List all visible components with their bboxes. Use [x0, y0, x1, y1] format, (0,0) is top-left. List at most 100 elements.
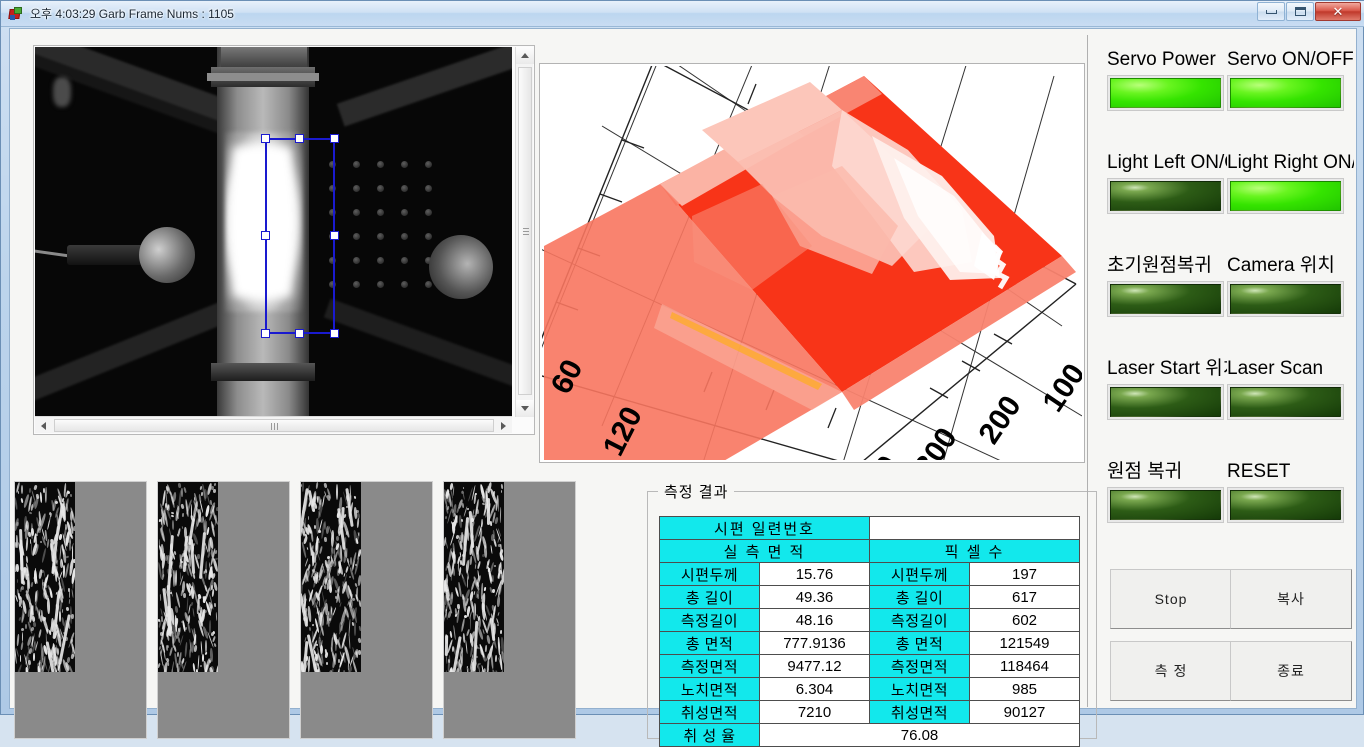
serial-header: 시편 일련번호: [659, 516, 870, 540]
row-value-pixels: 118464: [968, 654, 1081, 678]
led-indicator-right[interactable]: [1227, 384, 1344, 420]
control-group-indicators: [1096, 75, 1354, 113]
maximize-icon: [1294, 7, 1306, 16]
row-label-actual: 측정면적: [659, 654, 760, 678]
led-bulb-icon: [1230, 181, 1341, 211]
control-group-indicators: [1096, 178, 1354, 216]
action-button-복사[interactable]: 복사: [1230, 569, 1352, 629]
row-value-actual: 15.76: [759, 562, 870, 586]
row-label-pixels: 측정길이: [869, 608, 970, 632]
control-group-labels: 원점 복귀 RESET: [1096, 459, 1354, 487]
measurement-results-table: 시편 일련번호 실 측 면 적픽 셀 수 시편두께 15.76 시편두께 197 총 길이…: [659, 516, 1081, 747]
row-label-actual: 측정길이: [659, 608, 760, 632]
resize-handle-s[interactable]: [295, 329, 304, 338]
row-value-actual: 7210: [759, 700, 870, 724]
row-label-pixels: 총 길이: [869, 585, 970, 609]
row-value-pixels: 617: [968, 585, 1081, 609]
camera-horizontal-scrollbar[interactable]: [35, 416, 512, 433]
table-row: 총 길이 49.36 총 길이 617: [659, 585, 1081, 609]
control-label-left: Servo Power: [1107, 49, 1216, 70]
row-label-pixels: 총 면적: [869, 631, 970, 655]
action-button-종료[interactable]: 종료: [1230, 641, 1352, 701]
row-label-pixels: 취성면적: [869, 700, 970, 724]
surface-plot-svg: 60 120 100 200 300 400: [542, 66, 1082, 460]
client-area: 60 120 100 200 300 400: [9, 28, 1357, 747]
camera-vertical-scrollbar[interactable]: [515, 47, 534, 417]
resize-handle-ne[interactable]: [330, 134, 339, 143]
row-value-actual: 9477.12: [759, 654, 870, 678]
led-indicator-right[interactable]: [1227, 178, 1344, 214]
led-indicator-right[interactable]: [1227, 75, 1344, 111]
led-bulb-icon: [1110, 387, 1221, 417]
resize-handle-w[interactable]: [261, 231, 270, 240]
row-value-pixels: 90127: [968, 700, 1081, 724]
table-row-serial: 시편 일련번호: [659, 516, 1081, 540]
minimize-button[interactable]: [1257, 2, 1285, 21]
control-group-labels: 초기원점복귀 Camera 위치: [1096, 253, 1354, 281]
control-group-2: Light Left ON/OFFLight Right ON/OFF: [1096, 150, 1354, 216]
footer-label: 취 성 율: [659, 723, 760, 747]
led-indicator-right[interactable]: [1227, 281, 1344, 317]
control-label-right: Camera 위치: [1227, 255, 1335, 276]
row-label-pixels: 시편두께: [869, 562, 970, 586]
serial-value[interactable]: [868, 516, 1081, 540]
action-button-stop[interactable]: Stop: [1110, 569, 1232, 629]
control-group-4: Laser Start 위치 Laser Scan: [1096, 356, 1354, 422]
roi-selection-rectangle[interactable]: [261, 134, 339, 338]
led-indicator-left[interactable]: [1107, 487, 1224, 523]
led-indicator-right[interactable]: [1227, 487, 1344, 523]
left-lamp: [35, 227, 195, 283]
control-group-1: Servo Power Servo ON/OFF: [1096, 47, 1354, 113]
app-icon: [8, 6, 24, 22]
row-value-actual: 48.16: [759, 608, 870, 632]
title-bar: 오후 4:03:29 Garb Frame Nums : 1105 ✕: [1, 1, 1364, 27]
surface-plot-panel[interactable]: 60 120 100 200 300 400: [539, 63, 1085, 463]
table-row: 측정길이 48.16 측정길이 602: [659, 608, 1081, 632]
table-row-colheads: 실 측 면 적픽 셀 수: [659, 539, 1081, 563]
led-indicator-left[interactable]: [1107, 384, 1224, 420]
thumbnail-4[interactable]: [443, 481, 576, 739]
control-label-left: 초기원점복귀: [1107, 255, 1212, 276]
resize-handle-nw[interactable]: [261, 134, 270, 143]
scroll-right-button[interactable]: [495, 417, 512, 434]
column-header-pixels: 픽 셀 수: [868, 539, 1081, 563]
table-row: 취성면적 7210 취성면적 90127: [659, 700, 1081, 724]
table-row: 총 면적 777.9136 총 면적 121549: [659, 631, 1081, 655]
chevron-down-icon: [521, 406, 529, 411]
resize-handle-n[interactable]: [295, 134, 304, 143]
resize-handle-sw[interactable]: [261, 329, 270, 338]
row-value-actual: 777.9136: [759, 631, 870, 655]
thumbnail-3[interactable]: [300, 481, 433, 739]
row-value-actual: 6.304: [759, 677, 870, 701]
right-lamp: [425, 235, 512, 299]
led-indicator-left[interactable]: [1107, 178, 1224, 214]
led-indicator-left[interactable]: [1107, 75, 1224, 111]
close-button[interactable]: ✕: [1315, 2, 1361, 21]
thumbnail-1[interactable]: [14, 481, 147, 739]
vertical-scroll-thumb[interactable]: [518, 67, 532, 395]
control-panel: Servo Power Servo ON/OFF Light Left ON/OFF…: [1096, 33, 1354, 706]
thumbnail-image: [444, 482, 504, 672]
row-value-pixels: 121549: [968, 631, 1081, 655]
table-row: 노치면적 6.304 노치면적 985: [659, 677, 1081, 701]
row-label-actual: 시편두께: [659, 562, 760, 586]
row-label-pixels: 노치면적: [869, 677, 970, 701]
control-group-indicators: [1096, 487, 1354, 525]
control-group-5: 원점 복귀 RESET: [1096, 459, 1354, 525]
action-button-측-정[interactable]: 측 정: [1110, 641, 1232, 701]
control-label-right: Light Right ON/OFF: [1227, 152, 1354, 173]
horizontal-scroll-thumb[interactable]: [54, 419, 494, 432]
thumbnail-2[interactable]: [157, 481, 290, 739]
led-indicator-left[interactable]: [1107, 281, 1224, 317]
scroll-up-button[interactable]: [516, 47, 534, 64]
resize-handle-se[interactable]: [330, 329, 339, 338]
maximize-button[interactable]: [1286, 2, 1314, 21]
camera-panel: [33, 45, 535, 435]
led-bulb-icon: [1230, 490, 1341, 520]
control-group-labels: Laser Start 위치 Laser Scan: [1096, 356, 1354, 384]
live-camera-view[interactable]: [35, 47, 512, 417]
scroll-left-button[interactable]: [35, 417, 52, 434]
resize-handle-e[interactable]: [330, 231, 339, 240]
scroll-down-button[interactable]: [516, 400, 534, 417]
chevron-up-icon: [521, 53, 529, 58]
